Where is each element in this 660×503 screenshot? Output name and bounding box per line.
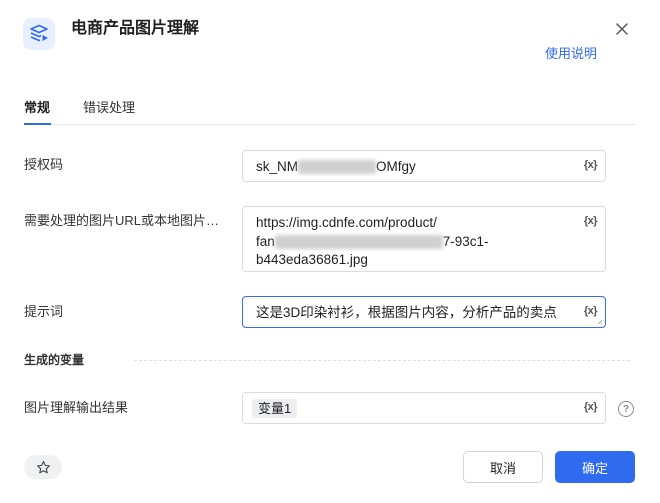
- cancel-button[interactable]: 取消: [463, 451, 543, 483]
- result-label: 图片理解输出结果: [24, 400, 129, 415]
- prompt-value: 这是3D印染衬衫，根据图片内容，分析产品的卖点: [256, 305, 557, 320]
- redaction-mask: [274, 235, 443, 250]
- insert-variable-button[interactable]: {x}: [584, 215, 598, 227]
- image-url-line-2-suffix: 7-93c1-: [442, 234, 489, 249]
- insert-variable-button[interactable]: {x}: [584, 305, 598, 317]
- image-url-line-2-prefix: fan: [256, 234, 275, 249]
- prompt-input[interactable]: 这是3D印染衬衫，根据图片内容，分析产品的卖点 {x}: [242, 296, 606, 328]
- dialog-title: 电商产品图片理解: [71, 20, 200, 37]
- image-url-line-1: https://img.cdnfe.com/product/: [256, 215, 437, 230]
- help-link[interactable]: 使用说明: [545, 44, 597, 64]
- tab-general[interactable]: 常规: [24, 99, 50, 117]
- prompt-label: 提示词: [24, 304, 64, 319]
- auth-code-input[interactable]: sk_NM OMfgy {x}: [242, 150, 606, 182]
- insert-variable-button[interactable]: {x}: [584, 159, 598, 171]
- help-icon[interactable]: ?: [618, 401, 634, 417]
- insert-variable-button[interactable]: {x}: [584, 401, 598, 413]
- confirm-button[interactable]: 确定: [555, 451, 635, 483]
- tab-active-indicator: [24, 123, 51, 125]
- image-url-line-3: b443eda36861.jpg: [256, 252, 368, 267]
- app-icon: [23, 18, 55, 50]
- auth-code-value-suffix: OMfgy: [376, 159, 416, 174]
- image-url-label: 需要处理的图片URL或本地图片…: [24, 213, 220, 228]
- close-icon: [616, 23, 628, 35]
- result-variable-input[interactable]: 变量1 {x}: [242, 392, 606, 424]
- auth-code-value-prefix: sk_NM: [256, 159, 299, 174]
- variable-chip[interactable]: 变量1: [252, 399, 298, 418]
- redaction-mask: [298, 160, 377, 175]
- layers-play-icon: [30, 24, 48, 42]
- output-section-title: 生成的变量: [24, 353, 85, 367]
- image-url-input[interactable]: https://img.cdnfe.com/product/ fan 7-93c1…: [242, 206, 606, 272]
- resize-handle-icon[interactable]: [597, 319, 603, 325]
- favorite-button[interactable]: [24, 455, 62, 479]
- tab-bar: 常规 错误处理: [24, 96, 636, 125]
- close-button[interactable]: [612, 19, 632, 39]
- star-icon: [36, 460, 50, 473]
- section-divider: [134, 360, 630, 361]
- tab-error-handling[interactable]: 错误处理: [83, 99, 135, 117]
- auth-code-label: 授权码: [24, 157, 64, 172]
